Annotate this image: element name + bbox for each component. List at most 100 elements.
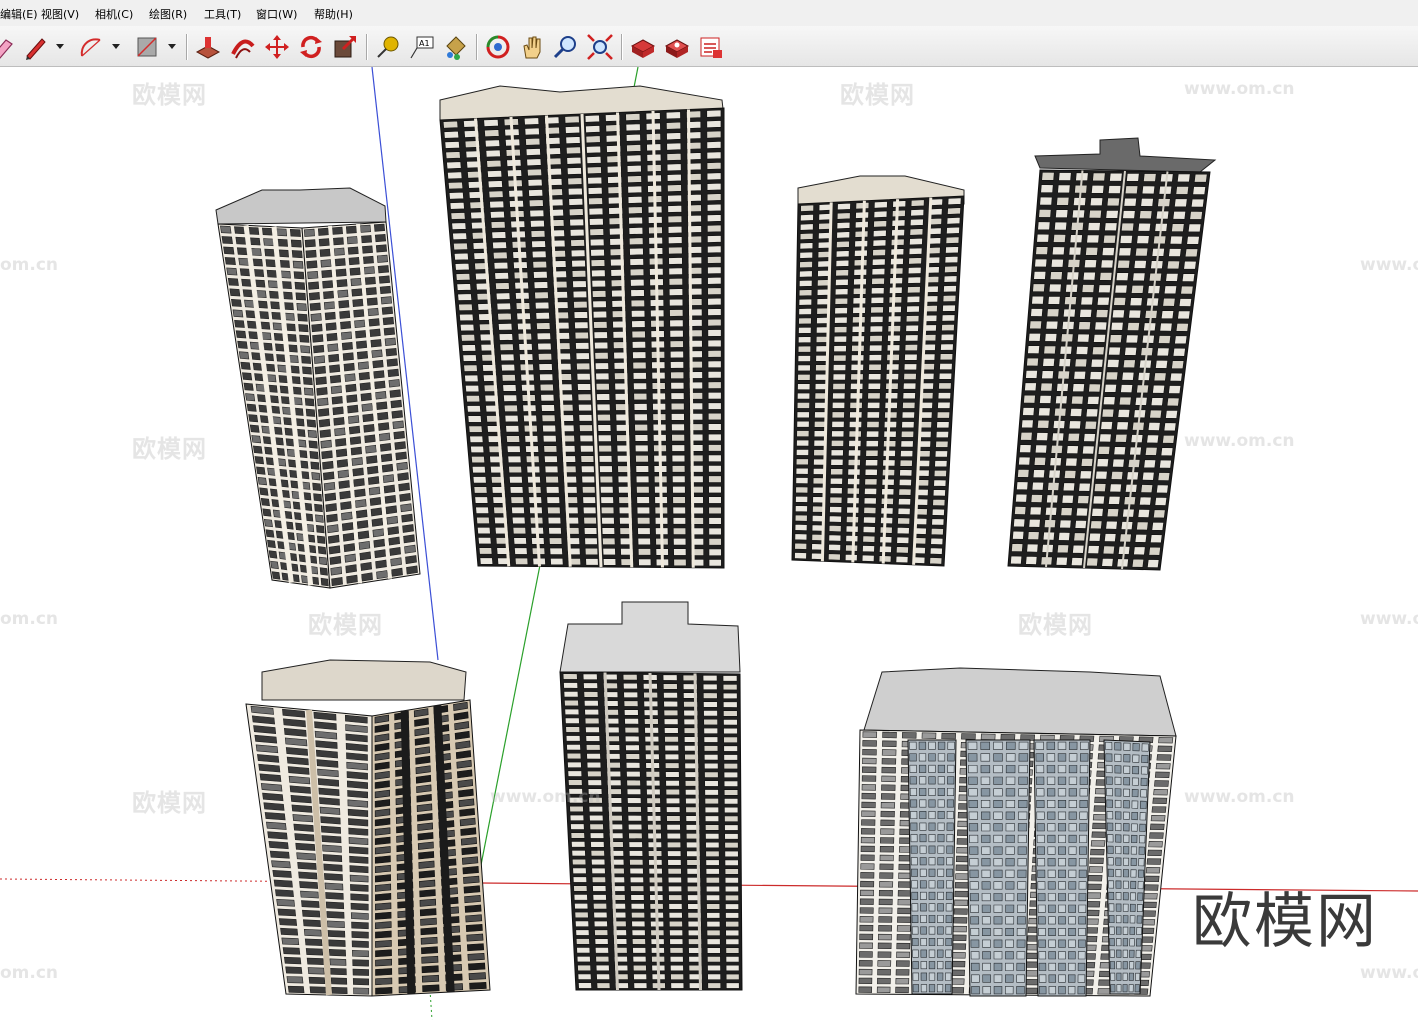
building-window — [855, 201, 870, 210]
building-window — [703, 710, 718, 717]
rotate-icon[interactable] — [296, 32, 326, 62]
building-window — [1108, 495, 1121, 505]
extension-warehouse-icon[interactable] — [696, 32, 726, 62]
building-window — [886, 344, 901, 352]
building-window — [664, 744, 679, 752]
tape-measure-icon[interactable] — [373, 32, 403, 62]
menu-camera[interactable]: 相机(C) — [95, 8, 133, 22]
building-window — [909, 764, 917, 773]
building-window — [937, 392, 952, 400]
building-window — [1046, 753, 1056, 762]
pan-icon[interactable] — [517, 32, 547, 62]
building-window — [882, 459, 896, 467]
menu-edit[interactable]: 编辑(E) — [0, 8, 38, 22]
paint-bucket-icon[interactable] — [440, 32, 470, 62]
building-window — [880, 497, 894, 505]
building-model-3[interactable] — [791, 175, 965, 567]
building-window — [315, 376, 327, 386]
building-window — [708, 548, 722, 556]
building-window — [579, 424, 593, 432]
building-window — [247, 227, 260, 235]
pencil-icon[interactable] — [20, 32, 50, 62]
building-window — [725, 956, 740, 963]
building-window — [850, 382, 864, 390]
building-window — [352, 298, 364, 308]
building-window — [254, 456, 265, 465]
building-window — [797, 383, 811, 390]
warehouse-get-models-icon[interactable] — [628, 32, 658, 62]
building-window — [919, 880, 927, 889]
warehouse-share-model-icon[interactable] — [662, 32, 692, 62]
building-window — [704, 806, 719, 814]
scale-icon[interactable] — [330, 32, 360, 62]
building-window — [371, 517, 384, 527]
building-model-2[interactable] — [439, 85, 725, 569]
building-window — [1180, 285, 1194, 295]
building-window — [527, 178, 543, 187]
pencil-dropdown-icon[interactable] — [55, 38, 65, 54]
arc-icon[interactable] — [76, 32, 106, 62]
building-window — [452, 232, 468, 241]
menu-window[interactable]: 窗口(W) — [256, 8, 297, 22]
building-window — [1036, 788, 1045, 797]
building-window — [302, 909, 321, 918]
zoom-icon[interactable] — [551, 32, 581, 62]
building-window — [1047, 846, 1056, 855]
building-window — [723, 719, 738, 726]
eraser-icon[interactable] — [0, 32, 18, 62]
building-window — [704, 771, 719, 778]
building-window — [1136, 926, 1142, 935]
building-window — [799, 270, 813, 278]
building-window — [836, 221, 851, 230]
building-model-4[interactable] — [1007, 137, 1217, 571]
building-window — [1152, 384, 1166, 394]
building-window — [374, 874, 391, 883]
building-window — [346, 394, 358, 403]
building-window — [708, 559, 722, 567]
building-model-5[interactable] — [245, 659, 491, 997]
building-window — [1057, 765, 1067, 774]
building-window — [375, 977, 393, 986]
menu-draw[interactable]: 绘图(R) — [149, 8, 187, 22]
rectangle-dropdown-icon[interactable] — [167, 38, 177, 54]
building-window — [255, 290, 267, 299]
building-window — [471, 455, 486, 464]
zoom-extents-icon[interactable] — [585, 32, 615, 62]
text-label-icon[interactable]: A1 — [407, 32, 437, 62]
building-window — [860, 836, 875, 844]
follow-me-icon[interactable] — [228, 32, 258, 62]
building-window — [449, 202, 465, 210]
building-model-7[interactable] — [855, 667, 1177, 997]
building-window — [469, 435, 484, 443]
move-icon[interactable] — [262, 32, 292, 62]
building-window — [1035, 432, 1049, 441]
orbit-icon[interactable] — [483, 32, 513, 62]
building-window — [861, 784, 877, 791]
building-window — [576, 947, 591, 954]
menu-view[interactable]: 视图(V) — [41, 8, 79, 22]
building-window — [1153, 372, 1167, 382]
building-window — [848, 421, 863, 428]
building-model-1[interactable] — [215, 187, 421, 589]
building-window — [879, 845, 894, 853]
building-window — [367, 465, 379, 475]
building-window — [1017, 834, 1027, 843]
rectangle-icon[interactable] — [132, 32, 162, 62]
arc-dropdown-icon[interactable] — [111, 38, 121, 54]
menu-help[interactable]: 帮助(H) — [314, 8, 353, 22]
building-window — [629, 268, 645, 277]
building-window — [586, 145, 602, 154]
building-window — [1015, 493, 1028, 503]
building-window — [901, 421, 915, 429]
push-pull-icon[interactable] — [193, 32, 223, 62]
building-window — [571, 858, 587, 866]
menu-tools[interactable]: 工具(T) — [204, 8, 241, 22]
building-window — [485, 149, 501, 158]
building-window — [1005, 916, 1015, 925]
building-window — [628, 227, 644, 235]
building-window — [706, 214, 722, 222]
building-window — [1142, 471, 1155, 481]
modeling-viewport[interactable]: 欧模网 欧模网 www.om.cn om.cn www.om.cn 欧模网 ww… — [0, 67, 1418, 1020]
building-window — [364, 434, 376, 444]
building-window — [503, 394, 518, 402]
